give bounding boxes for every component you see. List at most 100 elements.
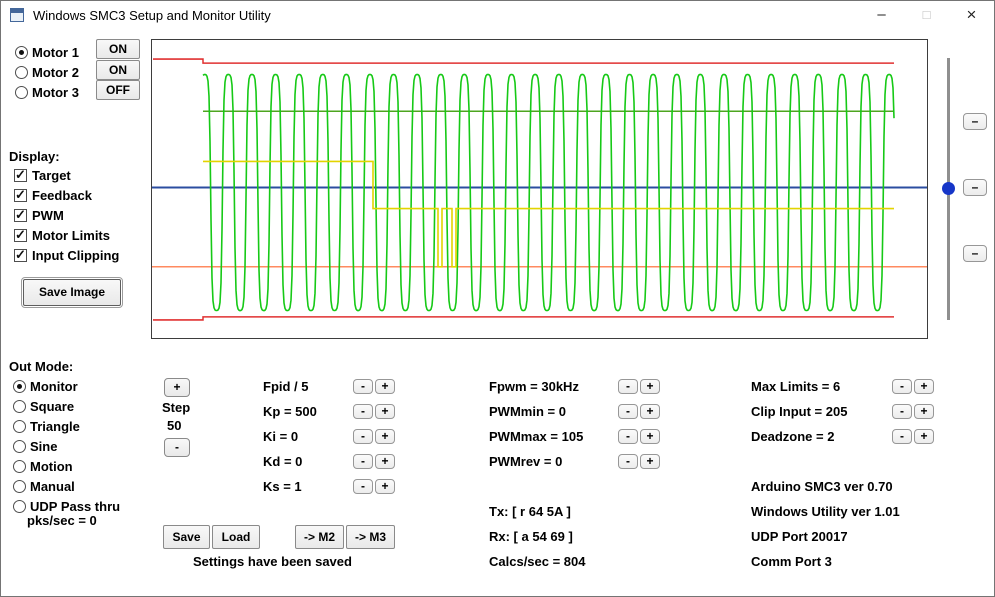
mode-manual-radio[interactable]	[13, 480, 26, 493]
motor-2-label: Motor 2	[32, 65, 79, 80]
utility-version-label: Windows Utility ver 1.01	[751, 504, 900, 519]
mode-square-radio[interactable]	[13, 400, 26, 413]
pks-per-sec-label: pks/sec = 0	[27, 513, 97, 528]
scale-middle-button[interactable]: –	[963, 179, 987, 196]
motor-3-label: Motor 3	[32, 85, 79, 100]
step-minus-button[interactable]: -	[164, 438, 190, 457]
motor-1-label: Motor 1	[32, 45, 79, 60]
display-heading: Display:	[9, 149, 60, 164]
max-limits-plus-button[interactable]: +	[914, 379, 934, 394]
scope-canvas	[152, 40, 927, 338]
ki-minus-button[interactable]: -	[353, 429, 373, 444]
arduino-version-label: Arduino SMC3 ver 0.70	[751, 479, 893, 494]
scale-lower-button[interactable]: –	[963, 245, 987, 262]
close-button[interactable]: ×	[949, 1, 994, 29]
mode-motion-label: Motion	[30, 459, 73, 474]
mode-triangle-label: Triangle	[30, 419, 80, 434]
to-m3-button[interactable]: -> M3	[346, 525, 395, 549]
ki-plus-button[interactable]: +	[375, 429, 395, 444]
maximize-button[interactable]: □	[904, 1, 949, 29]
pwm-checkbox[interactable]	[14, 209, 27, 222]
pwmmax-minus-button[interactable]: -	[618, 429, 638, 444]
tx-status: Tx: [ r 64 5A ]	[489, 504, 571, 519]
kp-minus-button[interactable]: -	[353, 404, 373, 419]
step-plus-button[interactable]: +	[164, 378, 190, 397]
ks-minus-button[interactable]: -	[353, 479, 373, 494]
motor-3-power-button[interactable]: OFF	[96, 80, 140, 100]
target-checkbox-label: Target	[32, 168, 71, 183]
minimize-button[interactable]: –	[859, 1, 904, 29]
scale-upper-button[interactable]: –	[963, 113, 987, 130]
step-value: 50	[167, 418, 181, 433]
mode-manual-label: Manual	[30, 479, 75, 494]
titlebar: Windows SMC3 Setup and Monitor Utility –…	[1, 1, 994, 29]
input-clipping-checkbox[interactable]	[14, 249, 27, 262]
fpwm-label: Fpwm = 30kHz	[489, 379, 579, 394]
fpwm-minus-button[interactable]: -	[618, 379, 638, 394]
ks-plus-button[interactable]: +	[375, 479, 395, 494]
motor-3-radio[interactable]	[15, 86, 28, 99]
fpid-plus-button[interactable]: +	[375, 379, 395, 394]
kd-label: Kd = 0	[263, 454, 302, 469]
ki-label: Ki = 0	[263, 429, 298, 444]
comm-port-label: Comm Port 3	[751, 554, 832, 569]
ks-label: Ks = 1	[263, 479, 302, 494]
motor-1-power-button[interactable]: ON	[96, 39, 140, 59]
fpwm-plus-button[interactable]: +	[640, 379, 660, 394]
step-label: Step	[162, 400, 190, 415]
out-mode-heading: Out Mode:	[9, 359, 73, 374]
rx-status: Rx: [ a 54 69 ]	[489, 529, 573, 544]
max-limits-label: Max Limits = 6	[751, 379, 840, 394]
fpid-label: Fpid / 5	[263, 379, 309, 394]
pwmrev-plus-button[interactable]: +	[640, 454, 660, 469]
save-image-button[interactable]: Save Image	[23, 279, 121, 306]
kd-minus-button[interactable]: -	[353, 454, 373, 469]
feedback-checkbox-label: Feedback	[32, 188, 92, 203]
max-limits-minus-button[interactable]: -	[892, 379, 912, 394]
deadzone-label: Deadzone = 2	[751, 429, 834, 444]
mode-sine-label: Sine	[30, 439, 57, 454]
clip-input-plus-button[interactable]: +	[914, 404, 934, 419]
pwmmax-label: PWMmax = 105	[489, 429, 583, 444]
scale-slider-thumb[interactable]	[942, 182, 955, 195]
load-button[interactable]: Load	[212, 525, 260, 549]
window-title: Windows SMC3 Setup and Monitor Utility	[33, 8, 271, 23]
pwmmin-label: PWMmin = 0	[489, 404, 566, 419]
kd-plus-button[interactable]: +	[375, 454, 395, 469]
pwm-checkbox-label: PWM	[32, 208, 64, 223]
fpid-minus-button[interactable]: -	[353, 379, 373, 394]
pwmmin-plus-button[interactable]: +	[640, 404, 660, 419]
app-icon	[10, 8, 24, 22]
mode-square-label: Square	[30, 399, 74, 414]
feedback-checkbox[interactable]	[14, 189, 27, 202]
mode-sine-radio[interactable]	[13, 440, 26, 453]
app-window: Windows SMC3 Setup and Monitor Utility –…	[0, 0, 995, 597]
motor-2-power-button[interactable]: ON	[96, 60, 140, 80]
motor-1-radio[interactable]	[15, 46, 28, 59]
calcs-per-sec-status: Calcs/sec = 804	[489, 554, 586, 569]
mode-udp-label: UDP Pass thru	[30, 499, 120, 514]
pwmmax-plus-button[interactable]: +	[640, 429, 660, 444]
mode-triangle-radio[interactable]	[13, 420, 26, 433]
motor-2-radio[interactable]	[15, 66, 28, 79]
clip-input-minus-button[interactable]: -	[892, 404, 912, 419]
kp-plus-button[interactable]: +	[375, 404, 395, 419]
target-checkbox[interactable]	[14, 169, 27, 182]
pwmrev-minus-button[interactable]: -	[618, 454, 638, 469]
save-button[interactable]: Save	[163, 525, 210, 549]
motor-limits-checkbox[interactable]	[14, 229, 27, 242]
mode-monitor-label: Monitor	[30, 379, 78, 394]
deadzone-minus-button[interactable]: -	[892, 429, 912, 444]
deadzone-plus-button[interactable]: +	[914, 429, 934, 444]
to-m2-button[interactable]: -> M2	[295, 525, 344, 549]
udp-port-label: UDP Port 20017	[751, 529, 848, 544]
mode-monitor-radio[interactable]	[13, 380, 26, 393]
clip-input-label: Clip Input = 205	[751, 404, 847, 419]
settings-saved-status: Settings have been saved	[193, 554, 352, 569]
pwmmin-minus-button[interactable]: -	[618, 404, 638, 419]
motor-limits-checkbox-label: Motor Limits	[32, 228, 110, 243]
kp-label: Kp = 500	[263, 404, 317, 419]
mode-motion-radio[interactable]	[13, 460, 26, 473]
mode-udp-radio[interactable]	[13, 500, 26, 513]
scope-panel	[151, 39, 928, 339]
